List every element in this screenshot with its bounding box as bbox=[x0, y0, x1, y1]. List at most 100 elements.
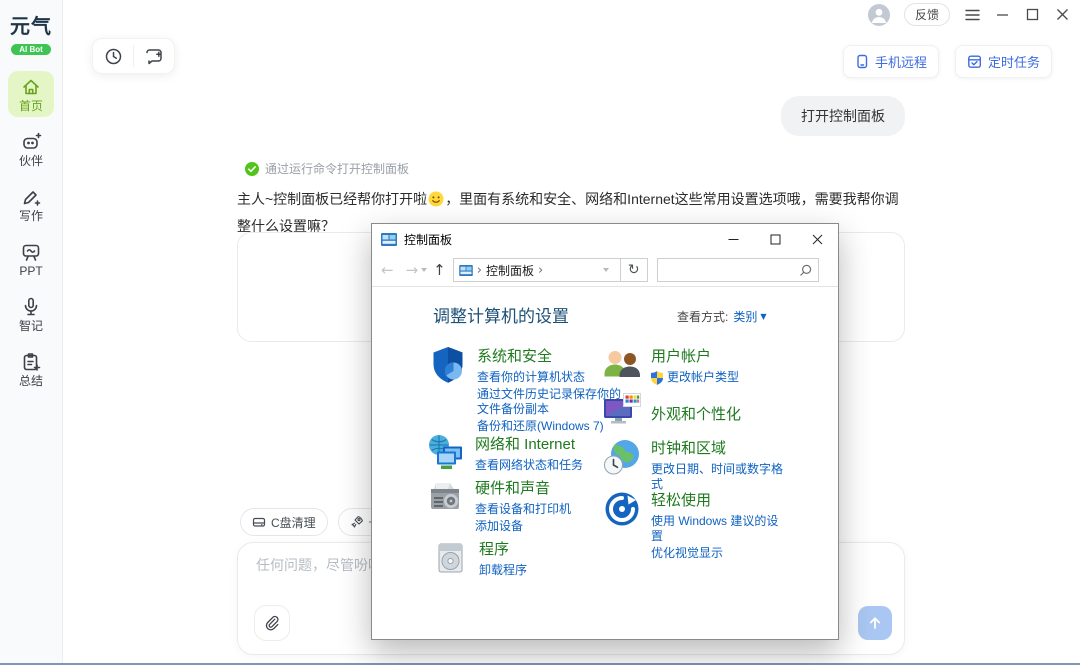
cp-category-appearance: 外观和个性化 bbox=[602, 390, 787, 430]
sidebar-item-label: 首页 bbox=[19, 100, 43, 113]
search-icon[interactable] bbox=[799, 264, 812, 277]
new-chat-button[interactable] bbox=[134, 39, 174, 73]
cp-category-programs: 程序 卸载程序 bbox=[430, 538, 629, 580]
address-dropdown-chevron-icon[interactable] bbox=[603, 268, 609, 272]
feedback-button[interactable]: 反馈 bbox=[904, 3, 950, 26]
sidebar-item-home[interactable]: 首页 bbox=[8, 71, 54, 117]
category-title[interactable]: 时钟和区域 bbox=[651, 437, 787, 458]
robot-icon bbox=[20, 131, 42, 153]
scheduled-tasks-button[interactable]: 定时任务 bbox=[955, 45, 1052, 78]
app-minimize-button[interactable] bbox=[994, 7, 1010, 23]
category-link[interactable]: 更改日期、时间或数字格式 bbox=[651, 462, 787, 492]
sidebar-item-ppt[interactable]: PPT bbox=[8, 236, 54, 282]
disk-icon bbox=[252, 515, 266, 529]
cp-titlebar[interactable]: 控制面板 bbox=[372, 224, 838, 254]
rocket-icon bbox=[350, 515, 364, 529]
printer-hardware-icon[interactable] bbox=[426, 477, 466, 517]
category-link[interactable]: 优化视觉显示 bbox=[651, 546, 787, 561]
home-icon bbox=[20, 76, 42, 98]
history-toolbar bbox=[92, 38, 175, 74]
sidebar-item-label: 总结 bbox=[19, 375, 43, 388]
chip-disk-cleanup[interactable]: C盘清理 bbox=[240, 508, 328, 536]
program-box-cd-icon[interactable] bbox=[430, 538, 470, 578]
app-logo: 元气 AI Bot bbox=[0, 0, 62, 57]
control-panel-icon-small bbox=[459, 265, 473, 276]
quick-actions: 手机远程 定时任务 bbox=[843, 45, 1052, 78]
appearance-monitor-icon[interactable] bbox=[602, 390, 642, 430]
sidebar: 元气 AI Bot 首页 伙伴 写作 PPT bbox=[0, 0, 63, 663]
app-logo-text: 元气 bbox=[0, 10, 62, 39]
cp-maximize-button[interactable] bbox=[754, 224, 796, 254]
send-button[interactable] bbox=[858, 606, 892, 640]
clipboard-icon bbox=[20, 351, 42, 373]
forward-icon[interactable]: → bbox=[406, 263, 419, 278]
category-title[interactable]: 用户帐户 bbox=[651, 345, 787, 366]
sidebar-item-label: 伙伴 bbox=[19, 155, 43, 168]
sidebar-item-label: PPT bbox=[19, 265, 42, 278]
cp-close-button[interactable] bbox=[796, 224, 838, 254]
app-logo-badge: AI Bot bbox=[11, 44, 51, 55]
recent-pages-chevron-icon[interactable] bbox=[421, 268, 427, 272]
sidebar-item-label: 写作 bbox=[19, 210, 43, 223]
command-status: 通过运行命令打开控制面板 bbox=[245, 160, 409, 177]
ease-of-access-icon[interactable] bbox=[602, 489, 642, 529]
cp-category-network-internet: 网络和 Internet 查看网络状态和任务 bbox=[426, 433, 625, 475]
control-panel-window: 控制面板 ← → ↑ › 控制面板 › ↻ bbox=[371, 223, 839, 640]
control-panel-icon bbox=[381, 233, 397, 246]
dropdown-caret-icon: ▼ bbox=[760, 312, 766, 321]
calendar-task-icon bbox=[967, 54, 982, 69]
user-accounts-icon[interactable] bbox=[602, 345, 642, 385]
phone-remote-label: 手机远程 bbox=[875, 52, 927, 71]
history-button[interactable] bbox=[93, 39, 133, 73]
cp-search-box bbox=[657, 258, 819, 282]
pencil-icon bbox=[20, 186, 42, 208]
view-by-dropdown[interactable]: 类别 ▼ bbox=[733, 308, 766, 325]
sidebar-item-summary[interactable]: 总结 bbox=[8, 346, 54, 392]
refresh-button[interactable]: ↻ bbox=[621, 258, 648, 282]
cp-heading: 调整计算机的设置 bbox=[433, 302, 569, 327]
cp-view-by: 查看方式: 类别 ▼ bbox=[677, 308, 767, 325]
cp-minimize-button[interactable] bbox=[712, 224, 754, 254]
cp-category-clock-region: 时钟和区域 更改日期、时间或数字格式 bbox=[602, 437, 787, 494]
app-titlebar-controls: 反馈 bbox=[868, 3, 1070, 26]
cp-window-title: 控制面板 bbox=[404, 231, 452, 248]
smile-emoji-icon bbox=[428, 191, 444, 207]
breadcrumb-chevron-icon: › bbox=[538, 263, 543, 278]
cp-category-ease-of-access: 轻松使用 使用 Windows 建议的设置 优化视觉显示 bbox=[602, 489, 787, 563]
cp-search-input[interactable] bbox=[664, 263, 799, 277]
app-close-button[interactable] bbox=[1054, 7, 1070, 23]
category-link[interactable]: 使用 Windows 建议的设置 bbox=[651, 514, 787, 544]
cp-address-bar[interactable]: › 控制面板 › bbox=[453, 258, 621, 282]
category-title[interactable]: 轻松使用 bbox=[651, 489, 787, 510]
phone-remote-button[interactable]: 手机远程 bbox=[843, 45, 939, 78]
assistant-text-1: 主人~控制面板已经帮你打开啦 bbox=[237, 191, 427, 207]
view-by-label: 查看方式: bbox=[677, 308, 728, 325]
back-icon[interactable]: ← bbox=[381, 263, 394, 278]
cp-category-system-security: 系统和安全 查看你的计算机状态 通过文件历史记录保存你的文件备份副本 备份和还原… bbox=[428, 345, 627, 436]
phone-icon bbox=[855, 54, 869, 69]
sidebar-nav: 首页 伙伴 写作 PPT 智记 bbox=[0, 71, 62, 392]
cp-content: 调整计算机的设置 查看方式: 类别 ▼ 系统和安全 查看你的计算机状态 通过文件… bbox=[372, 286, 838, 638]
network-globe-icon[interactable] bbox=[426, 433, 466, 473]
breadcrumb-chevron-icon: › bbox=[477, 263, 482, 278]
attach-button[interactable] bbox=[254, 605, 290, 641]
category-link-label: 更改帐户类型 bbox=[667, 370, 739, 385]
cp-category-user-accounts: 用户帐户 更改帐户类型 bbox=[602, 345, 787, 387]
cp-category-hardware-sound: 硬件和声音 查看设备和打印机 添加设备 bbox=[426, 477, 625, 536]
app-maximize-button[interactable] bbox=[1024, 7, 1040, 23]
category-link-uac[interactable]: 更改帐户类型 bbox=[651, 370, 787, 385]
sidebar-item-label: 智记 bbox=[19, 320, 43, 333]
sidebar-item-writing[interactable]: 写作 bbox=[8, 181, 54, 227]
shield-security-icon[interactable] bbox=[428, 345, 468, 385]
avatar[interactable] bbox=[868, 4, 890, 26]
presentation-icon bbox=[20, 241, 42, 263]
sidebar-item-notes[interactable]: 智记 bbox=[8, 291, 54, 337]
menu-list-icon[interactable] bbox=[964, 7, 980, 23]
breadcrumb-item[interactable]: 控制面板 bbox=[486, 262, 534, 279]
clock-globe-icon[interactable] bbox=[602, 437, 642, 477]
chip-label: C盘清理 bbox=[271, 514, 316, 531]
category-link[interactable]: 卸载程序 bbox=[479, 563, 629, 578]
sidebar-item-partner[interactable]: 伙伴 bbox=[8, 126, 54, 172]
up-icon[interactable]: ↑ bbox=[433, 263, 446, 278]
category-title[interactable]: 外观和个性化 bbox=[651, 403, 787, 424]
